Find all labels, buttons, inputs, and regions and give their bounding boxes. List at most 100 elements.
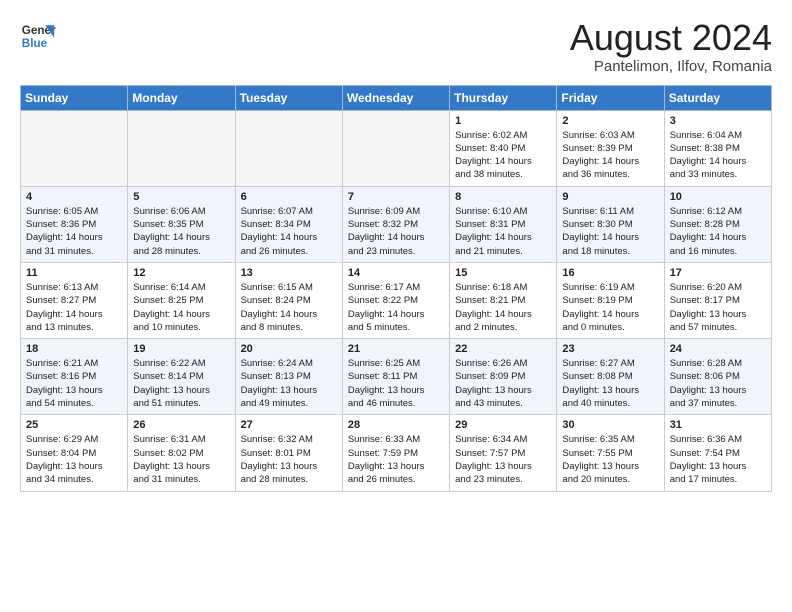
- day-number: 11: [26, 267, 122, 279]
- calendar-cell: 23 Sunrise: 6:27 AM Sunset: 8:08 PM Dayli…: [557, 339, 664, 415]
- calendar-cell: 18 Sunrise: 6:21 AM Sunset: 8:16 PM Dayli…: [21, 339, 128, 415]
- month-year: August 2024: [570, 18, 772, 58]
- cell-info: Sunrise: 6:21 AM Sunset: 8:16 PM Dayligh…: [26, 357, 122, 410]
- calendar-cell: 8 Sunrise: 6:10 AM Sunset: 8:31 PM Daylig…: [450, 186, 557, 262]
- cell-info: Sunrise: 6:19 AM Sunset: 8:19 PM Dayligh…: [562, 281, 658, 334]
- calendar-cell: 16 Sunrise: 6:19 AM Sunset: 8:19 PM Dayli…: [557, 262, 664, 338]
- weekday-header-sunday: Sunday: [21, 85, 128, 110]
- cell-info: Sunrise: 6:07 AM Sunset: 8:34 PM Dayligh…: [241, 205, 337, 258]
- cell-info: Sunrise: 6:15 AM Sunset: 8:24 PM Dayligh…: [241, 281, 337, 334]
- cell-info: Sunrise: 6:36 AM Sunset: 7:54 PM Dayligh…: [670, 433, 766, 486]
- svg-text:Blue: Blue: [22, 37, 48, 50]
- calendar-cell: 26Sunrise: 6:31 AM Sunset: 8:02 PM Dayli…: [128, 415, 235, 491]
- day-number: 26: [133, 419, 229, 431]
- day-number: 30: [562, 419, 658, 431]
- cell-info: Sunrise: 6:03 AM Sunset: 8:39 PM Dayligh…: [562, 129, 658, 182]
- cell-info: Sunrise: 6:32 AM Sunset: 8:01 PM Dayligh…: [241, 433, 337, 486]
- day-number: 1: [455, 115, 551, 127]
- day-number: 23: [562, 343, 658, 355]
- calendar-cell: 10 Sunrise: 6:12 AM Sunset: 8:28 PM Dayli…: [664, 186, 771, 262]
- calendar-cell: 24Sunrise: 6:28 AM Sunset: 8:06 PM Dayli…: [664, 339, 771, 415]
- week-row-1: 1Sunrise: 6:02 AM Sunset: 8:40 PM Daylig…: [21, 110, 772, 186]
- calendar-table: SundayMondayTuesdayWednesdayThursdayFrid…: [20, 85, 772, 492]
- day-number: 12: [133, 267, 229, 279]
- day-number: 31: [670, 419, 766, 431]
- calendar-cell: 13 Sunrise: 6:15 AM Sunset: 8:24 PM Dayli…: [235, 262, 342, 338]
- cell-info: Sunrise: 6:35 AM Sunset: 7:55 PM Dayligh…: [562, 433, 658, 486]
- day-number: 19: [133, 343, 229, 355]
- day-number: 16: [562, 267, 658, 279]
- calendar-cell: [342, 110, 449, 186]
- logo-icon: General Blue: [20, 18, 56, 54]
- cell-info: Sunrise: 6:33 AM Sunset: 7:59 PM Dayligh…: [348, 433, 444, 486]
- day-number: 21: [348, 343, 444, 355]
- day-number: 18: [26, 343, 122, 355]
- cell-info: Sunrise: 6:27 AM Sunset: 8:08 PM Dayligh…: [562, 357, 658, 410]
- calendar-cell: 20 Sunrise: 6:24 AM Sunset: 8:13 PM Dayli…: [235, 339, 342, 415]
- day-number: 10: [670, 191, 766, 203]
- cell-info: Sunrise: 6:29 AM Sunset: 8:04 PM Dayligh…: [26, 433, 122, 486]
- calendar-cell: 19 Sunrise: 6:22 AM Sunset: 8:14 PM Dayli…: [128, 339, 235, 415]
- calendar-cell: 1Sunrise: 6:02 AM Sunset: 8:40 PM Daylig…: [450, 110, 557, 186]
- week-row-5: 25Sunrise: 6:29 AM Sunset: 8:04 PM Dayli…: [21, 415, 772, 491]
- cell-info: Sunrise: 6:14 AM Sunset: 8:25 PM Dayligh…: [133, 281, 229, 334]
- calendar-cell: 29 Sunrise: 6:34 AM Sunset: 7:57 PM Dayli…: [450, 415, 557, 491]
- day-number: 17: [670, 267, 766, 279]
- weekday-header-saturday: Saturday: [664, 85, 771, 110]
- calendar-cell: 11 Sunrise: 6:13 AM Sunset: 8:27 PM Dayli…: [21, 262, 128, 338]
- week-row-4: 18 Sunrise: 6:21 AM Sunset: 8:16 PM Dayli…: [21, 339, 772, 415]
- weekday-header-wednesday: Wednesday: [342, 85, 449, 110]
- cell-info: Sunrise: 6:12 AM Sunset: 8:28 PM Dayligh…: [670, 205, 766, 258]
- day-number: 8: [455, 191, 551, 203]
- calendar-cell: 15Sunrise: 6:18 AM Sunset: 8:21 PM Dayli…: [450, 262, 557, 338]
- calendar-cell: 30 Sunrise: 6:35 AM Sunset: 7:55 PM Dayli…: [557, 415, 664, 491]
- day-number: 6: [241, 191, 337, 203]
- calendar-cell: 17Sunrise: 6:20 AM Sunset: 8:17 PM Dayli…: [664, 262, 771, 338]
- calendar-cell: 22Sunrise: 6:26 AM Sunset: 8:09 PM Dayli…: [450, 339, 557, 415]
- calendar-cell: [128, 110, 235, 186]
- calendar-cell: 7 Sunrise: 6:09 AM Sunset: 8:32 PM Daylig…: [342, 186, 449, 262]
- cell-info: Sunrise: 6:13 AM Sunset: 8:27 PM Dayligh…: [26, 281, 122, 334]
- week-row-2: 4 Sunrise: 6:05 AM Sunset: 8:36 PM Daylig…: [21, 186, 772, 262]
- week-row-3: 11 Sunrise: 6:13 AM Sunset: 8:27 PM Dayli…: [21, 262, 772, 338]
- day-number: 4: [26, 191, 122, 203]
- cell-info: Sunrise: 6:11 AM Sunset: 8:30 PM Dayligh…: [562, 205, 658, 258]
- cell-info: Sunrise: 6:09 AM Sunset: 8:32 PM Dayligh…: [348, 205, 444, 258]
- day-number: 27: [241, 419, 337, 431]
- day-number: 28: [348, 419, 444, 431]
- calendar-cell: 4 Sunrise: 6:05 AM Sunset: 8:36 PM Daylig…: [21, 186, 128, 262]
- title-block: August 2024 Pantelimon, Ilfov, Romania: [570, 18, 772, 75]
- calendar-cell: 12 Sunrise: 6:14 AM Sunset: 8:25 PM Dayli…: [128, 262, 235, 338]
- calendar-cell: 3Sunrise: 6:04 AM Sunset: 8:38 PM Daylig…: [664, 110, 771, 186]
- header: General Blue August 2024 Pantelimon, Ilf…: [20, 18, 772, 75]
- weekday-header-thursday: Thursday: [450, 85, 557, 110]
- day-number: 13: [241, 267, 337, 279]
- calendar-cell: [235, 110, 342, 186]
- day-number: 29: [455, 419, 551, 431]
- day-number: 5: [133, 191, 229, 203]
- cell-info: Sunrise: 6:34 AM Sunset: 7:57 PM Dayligh…: [455, 433, 551, 486]
- cell-info: Sunrise: 6:17 AM Sunset: 8:22 PM Dayligh…: [348, 281, 444, 334]
- cell-info: Sunrise: 6:28 AM Sunset: 8:06 PM Dayligh…: [670, 357, 766, 410]
- cell-info: Sunrise: 6:10 AM Sunset: 8:31 PM Dayligh…: [455, 205, 551, 258]
- weekday-header-row: SundayMondayTuesdayWednesdayThursdayFrid…: [21, 85, 772, 110]
- weekday-header-friday: Friday: [557, 85, 664, 110]
- location: Pantelimon, Ilfov, Romania: [570, 58, 772, 75]
- day-number: 20: [241, 343, 337, 355]
- calendar-cell: 28 Sunrise: 6:33 AM Sunset: 7:59 PM Dayli…: [342, 415, 449, 491]
- calendar-cell: 5 Sunrise: 6:06 AM Sunset: 8:35 PM Daylig…: [128, 186, 235, 262]
- cell-info: Sunrise: 6:24 AM Sunset: 8:13 PM Dayligh…: [241, 357, 337, 410]
- day-number: 7: [348, 191, 444, 203]
- calendar-cell: 25Sunrise: 6:29 AM Sunset: 8:04 PM Dayli…: [21, 415, 128, 491]
- logo: General Blue: [20, 18, 56, 54]
- cell-info: Sunrise: 6:06 AM Sunset: 8:35 PM Dayligh…: [133, 205, 229, 258]
- calendar-cell: 21Sunrise: 6:25 AM Sunset: 8:11 PM Dayli…: [342, 339, 449, 415]
- day-number: 15: [455, 267, 551, 279]
- weekday-header-tuesday: Tuesday: [235, 85, 342, 110]
- cell-info: Sunrise: 6:05 AM Sunset: 8:36 PM Dayligh…: [26, 205, 122, 258]
- calendar-cell: 27 Sunrise: 6:32 AM Sunset: 8:01 PM Dayli…: [235, 415, 342, 491]
- calendar-cell: [21, 110, 128, 186]
- cell-info: Sunrise: 6:22 AM Sunset: 8:14 PM Dayligh…: [133, 357, 229, 410]
- day-number: 2: [562, 115, 658, 127]
- calendar-cell: 9Sunrise: 6:11 AM Sunset: 8:30 PM Daylig…: [557, 186, 664, 262]
